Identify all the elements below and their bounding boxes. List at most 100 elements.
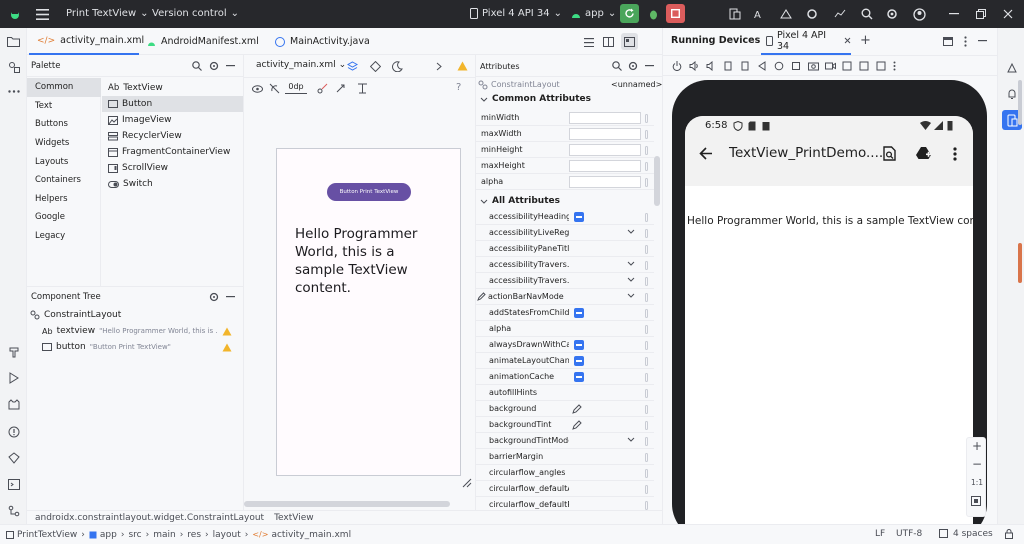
profiler-icon[interactable] <box>832 6 848 22</box>
device-selector[interactable]: Pixel 4 API 34 ⌄ <box>470 8 562 19</box>
zoom-in-icon[interactable]: + <box>972 439 982 453</box>
palette-item-imageview[interactable]: ImageView <box>102 112 243 128</box>
zoom-actual-size[interactable]: 1:1 <box>971 478 983 487</box>
status-crumb[interactable]: layout <box>213 530 241 540</box>
device-manager-icon[interactable] <box>727 6 743 22</box>
palette-category[interactable]: Google <box>27 208 101 227</box>
preview-textview[interactable]: Hello Programmer World, this is a sample… <box>295 225 435 297</box>
run-config-selector[interactable]: app ⌄ <box>571 8 616 19</box>
device-tab[interactable]: Pixel 4 API 34 <box>761 28 851 55</box>
terminal-icon[interactable] <box>6 477 21 492</box>
reference-icon[interactable] <box>645 421 648 430</box>
night-mode-icon[interactable] <box>390 59 404 73</box>
volume-up-icon[interactable] <box>689 61 699 71</box>
version-control-icon[interactable] <box>6 503 21 518</box>
build-icon[interactable] <box>6 344 21 359</box>
palette-item-scrollview[interactable]: ScrollView <box>102 160 243 176</box>
checkbox-indeterminate-icon[interactable] <box>574 372 584 382</box>
reference-icon[interactable] <box>645 437 648 446</box>
more-tools-icon[interactable] <box>6 84 21 99</box>
tab-main-activity[interactable]: MainActivity.java <box>267 28 392 55</box>
attribute-value-field[interactable] <box>569 112 641 124</box>
file-encoding[interactable]: UTF-8 <box>896 529 922 539</box>
reference-icon[interactable] <box>645 178 648 187</box>
sdk-manager-icon[interactable] <box>778 6 794 22</box>
translate-icon[interactable]: A <box>752 6 768 22</box>
main-menu-icon[interactable] <box>34 6 50 22</box>
fold-icon[interactable] <box>859 61 869 71</box>
checkbox-indeterminate-icon[interactable] <box>574 356 584 366</box>
status-crumb[interactable]: main <box>153 530 176 540</box>
gear-icon[interactable] <box>207 59 220 72</box>
run-icon[interactable] <box>6 370 21 385</box>
power-icon[interactable] <box>672 61 682 71</box>
reference-icon[interactable] <box>645 373 648 382</box>
reference-icon[interactable] <box>645 130 648 139</box>
minimize-icon[interactable] <box>946 6 962 22</box>
palette-category[interactable]: Helpers <box>27 190 101 209</box>
reference-icon[interactable] <box>645 341 648 350</box>
reference-icon[interactable] <box>645 114 648 123</box>
status-crumb[interactable]: res <box>187 530 201 540</box>
drive-icon[interactable] <box>916 146 931 160</box>
minimize-panel-icon[interactable] <box>976 35 988 47</box>
minimize-panel-icon[interactable] <box>643 59 656 72</box>
view-options-icon[interactable] <box>251 82 264 95</box>
all-attributes-section[interactable]: All Attributes <box>476 193 656 209</box>
extended-controls-icon[interactable] <box>893 61 896 71</box>
chevron-right-icon[interactable] <box>432 59 446 73</box>
back-arrow-icon[interactable] <box>699 147 713 160</box>
help-icon[interactable]: ? <box>456 82 461 93</box>
chevron-down-icon[interactable] <box>627 293 635 298</box>
clear-constraints-icon[interactable] <box>316 82 329 95</box>
pick-resource-icon[interactable] <box>572 404 582 414</box>
volume-down-icon[interactable] <box>706 61 716 71</box>
reference-icon[interactable] <box>645 277 648 286</box>
search-icon[interactable] <box>859 6 875 22</box>
palette-category[interactable]: Containers <box>27 171 101 190</box>
reference-icon[interactable] <box>645 146 648 155</box>
resource-manager-icon[interactable] <box>6 59 21 74</box>
folder-icon[interactable] <box>6 34 21 49</box>
search-icon[interactable] <box>190 59 203 72</box>
split-view-icon[interactable] <box>601 35 615 49</box>
zoom-fit-icon[interactable] <box>971 496 981 506</box>
palette-item-fragmentcontainerview[interactable]: FragmentContainerView <box>102 144 243 160</box>
file-layout-selector[interactable]: activity_main.xml ⌄ <box>256 60 346 70</box>
screen-record-icon[interactable] <box>825 61 836 71</box>
status-crumb[interactable]: PrintTextView <box>17 530 77 540</box>
add-device-icon[interactable]: + <box>860 33 871 48</box>
design-surface-icon[interactable] <box>345 59 359 73</box>
stop-icon[interactable] <box>666 4 685 23</box>
status-crumb[interactable]: activity_main.xml <box>271 530 351 540</box>
reference-icon[interactable] <box>645 469 648 478</box>
tab-activity-main[interactable]: </> activity_main.xml <box>29 28 144 55</box>
guidelines-icon[interactable] <box>356 82 369 95</box>
app-quality-icon[interactable] <box>6 450 21 465</box>
mirror-icon[interactable] <box>876 61 886 71</box>
close-icon[interactable] <box>844 37 851 44</box>
snapshot-icon[interactable] <box>842 61 852 71</box>
account-icon[interactable] <box>911 6 927 22</box>
canvas-horizontal-scrollbar[interactable] <box>244 501 450 507</box>
checkbox-indeterminate-icon[interactable] <box>574 212 584 222</box>
attributes-scrollbar[interactable] <box>654 156 660 206</box>
problems-icon[interactable] <box>6 424 21 439</box>
back-icon[interactable] <box>757 61 767 71</box>
status-crumb[interactable]: src <box>128 530 141 540</box>
reference-icon[interactable] <box>645 325 648 334</box>
reference-icon[interactable] <box>645 213 648 222</box>
window-layout-icon[interactable] <box>942 35 954 47</box>
pick-resource-icon[interactable] <box>572 420 582 430</box>
chevron-down-icon[interactable] <box>627 277 635 282</box>
zoom-out-icon[interactable]: − <box>972 457 982 471</box>
gear-icon[interactable] <box>207 290 220 303</box>
rotate-right-icon[interactable] <box>740 61 750 71</box>
apply-changes-icon[interactable] <box>620 4 639 23</box>
chevron-down-icon[interactable] <box>627 261 635 266</box>
chevron-down-icon[interactable] <box>627 437 635 442</box>
palette-item-recyclerview[interactable]: RecyclerView <box>102 128 243 144</box>
reference-icon[interactable] <box>645 245 648 254</box>
checkbox-indeterminate-icon[interactable] <box>574 340 584 350</box>
gear-icon[interactable] <box>626 59 639 72</box>
